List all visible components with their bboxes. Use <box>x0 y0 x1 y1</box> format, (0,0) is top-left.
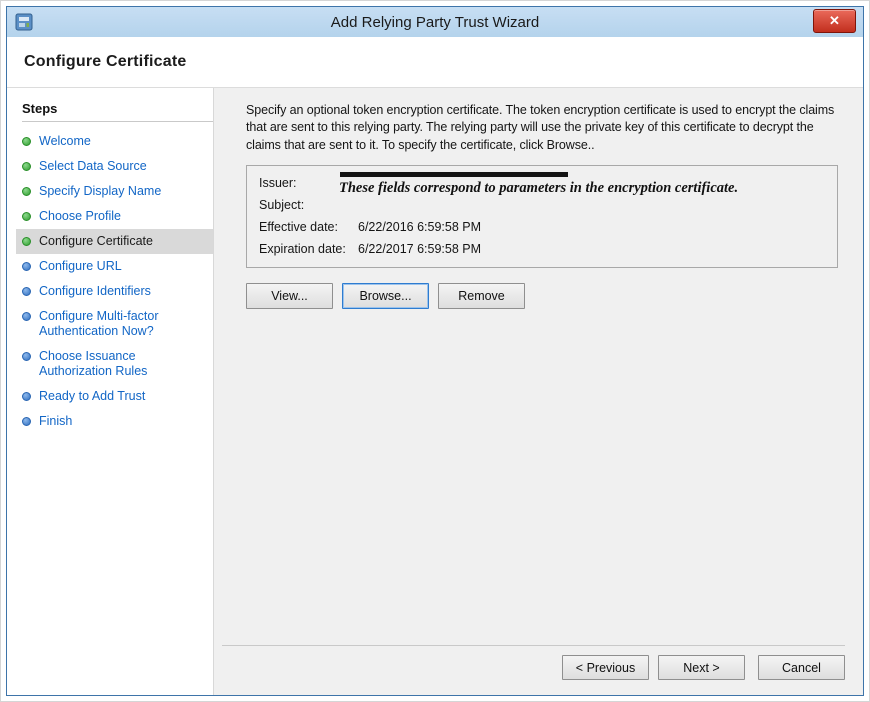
obscured-text-artifact <box>340 172 568 177</box>
expiration-date-value: 6/22/2017 6:59:58 PM <box>358 241 825 257</box>
previous-button[interactable]: < Previous <box>562 655 649 680</box>
step-label: Finish <box>39 414 72 428</box>
steps-sidebar: Steps Welcome Select Data Source Specify… <box>7 88 214 695</box>
step-status-icon <box>22 352 31 361</box>
step-content: Specify an optional token encryption cer… <box>214 88 863 645</box>
window-title: Add Relying Party Trust Wizard <box>67 14 803 31</box>
step-finish[interactable]: Finish <box>16 409 213 434</box>
step-welcome[interactable]: Welcome <box>16 129 213 154</box>
steps-list: Welcome Select Data Source Specify Displ… <box>7 129 213 434</box>
subject-label: Subject: <box>259 197 358 213</box>
step-label: Choose Profile <box>39 209 121 223</box>
step-configure-identifiers[interactable]: Configure Identifiers <box>16 279 213 304</box>
certificate-field-row: Subject: <box>259 197 825 213</box>
remove-button[interactable]: Remove <box>438 283 525 309</box>
step-status-icon <box>22 137 31 146</box>
steps-divider <box>22 121 213 122</box>
close-icon: ✕ <box>829 13 840 28</box>
wizard-body: Steps Welcome Select Data Source Specify… <box>7 88 863 695</box>
effective-date-value: 6/22/2016 6:59:58 PM <box>358 219 825 235</box>
step-status-icon <box>22 237 31 246</box>
page-title: Configure Certificate <box>24 53 186 71</box>
certificate-actions: View... Browse... Remove <box>246 283 838 309</box>
step-status-icon <box>22 262 31 271</box>
page-header: Configure Certificate <box>7 37 863 88</box>
step-status-icon <box>22 162 31 171</box>
browse-button[interactable]: Browse... <box>342 283 429 309</box>
cancel-button[interactable]: Cancel <box>758 655 845 680</box>
step-specify-display-name[interactable]: Specify Display Name <box>16 179 213 204</box>
step-choose-issuance-rules[interactable]: Choose Issuance Authorization Rules <box>16 344 213 384</box>
step-description: Specify an optional token encryption cer… <box>246 102 838 154</box>
step-label: Welcome <box>39 134 91 148</box>
certificate-field-row: Effective date: 6/22/2016 6:59:58 PM <box>259 219 825 235</box>
step-select-data-source[interactable]: Select Data Source <box>16 154 213 179</box>
step-status-icon <box>22 212 31 221</box>
next-button[interactable]: Next > <box>658 655 745 680</box>
step-label: Configure Multi-factor Authentication No… <box>39 309 159 338</box>
effective-date-label: Effective date: <box>259 219 358 235</box>
step-configure-certificate[interactable]: Configure Certificate <box>16 229 213 254</box>
step-status-icon <box>22 417 31 426</box>
main-panel: Specify an optional token encryption cer… <box>214 88 863 695</box>
step-label: Select Data Source <box>39 159 147 173</box>
step-label: Specify Display Name <box>39 184 161 198</box>
step-choose-profile[interactable]: Choose Profile <box>16 204 213 229</box>
step-status-icon <box>22 187 31 196</box>
wizard-window: Add Relying Party Trust Wizard ✕ Configu… <box>6 6 864 696</box>
expiration-date-label: Expiration date: <box>259 241 358 257</box>
view-button[interactable]: View... <box>246 283 333 309</box>
step-configure-url[interactable]: Configure URL <box>16 254 213 279</box>
certificate-details-box: These fields correspond to parameters in… <box>246 165 838 268</box>
step-label: Ready to Add Trust <box>39 389 145 403</box>
certificate-field-row: Expiration date: 6/22/2017 6:59:58 PM <box>259 241 825 257</box>
step-label: Configure URL <box>39 259 122 273</box>
close-button[interactable]: ✕ <box>813 9 856 33</box>
step-ready-to-add-trust[interactable]: Ready to Add Trust <box>16 384 213 409</box>
step-status-icon <box>22 312 31 321</box>
screenshot-frame: Add Relying Party Trust Wizard ✕ Configu… <box>0 0 870 702</box>
certificate-annotation: These fields correspond to parameters in… <box>339 180 738 197</box>
step-label: Choose Issuance Authorization Rules <box>39 349 147 378</box>
titlebar: Add Relying Party Trust Wizard ✕ <box>7 7 863 37</box>
step-status-icon <box>22 392 31 401</box>
step-configure-mfa[interactable]: Configure Multi-factor Authentication No… <box>16 304 213 344</box>
steps-heading: Steps <box>22 101 213 116</box>
step-status-icon <box>22 287 31 296</box>
wizard-icon[interactable] <box>15 13 33 31</box>
step-label: Configure Certificate <box>39 234 153 248</box>
subject-value <box>358 197 825 213</box>
wizard-footer: < Previous Next > Cancel <box>222 645 845 695</box>
step-label: Configure Identifiers <box>39 284 151 298</box>
